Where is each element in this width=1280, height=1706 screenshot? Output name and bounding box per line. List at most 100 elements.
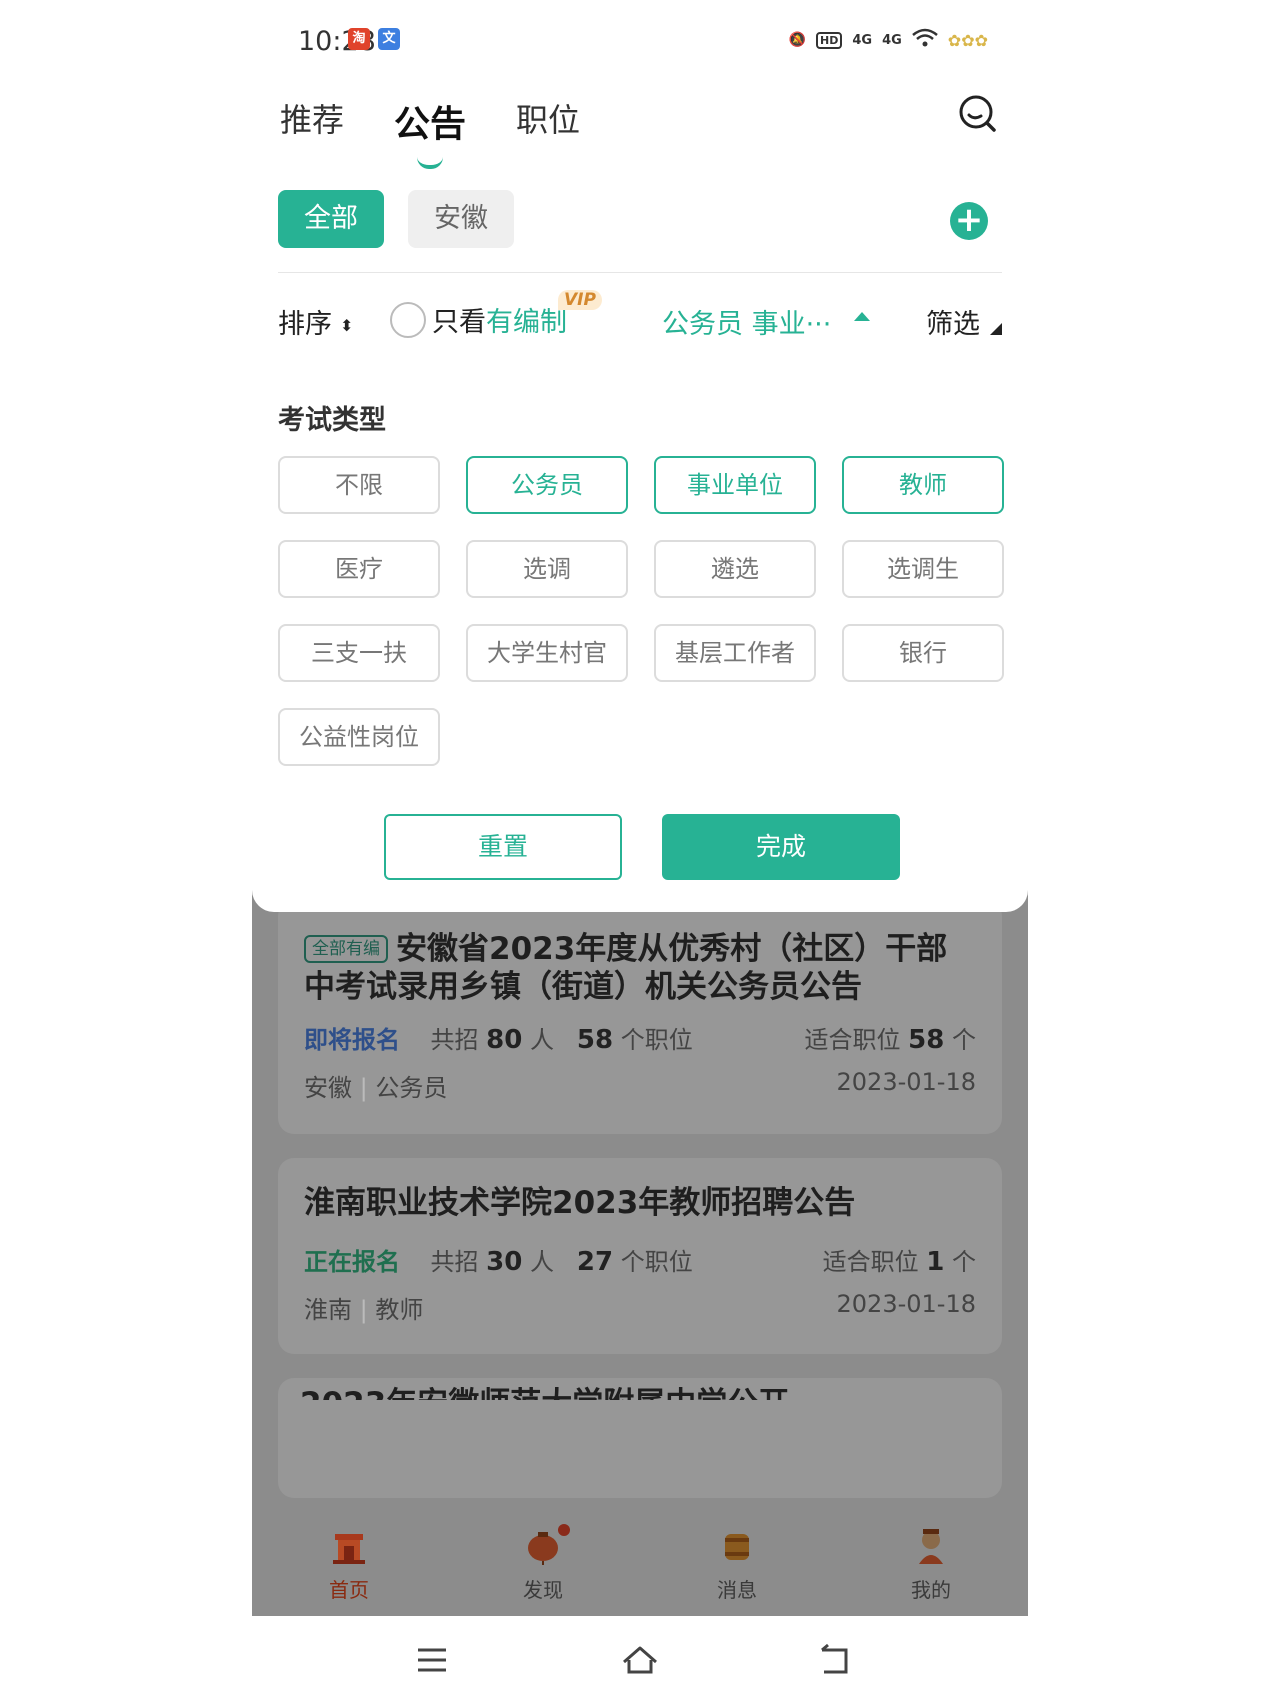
announcement-list-overlay[interactable]: 全部有编 安徽省2023年度从优秀村（社区）干部中考试录用乡镇（街道）机关公务员公… — [252, 820, 1028, 1616]
vip-badge: VIP — [558, 290, 602, 310]
recruit-count: 80 — [486, 1025, 523, 1055]
signal-2-icon: 4G — [882, 32, 902, 48]
card-meta-row: 淮南 | 教师 2023-01-18 — [304, 1290, 976, 1325]
active-tab-indicator — [417, 157, 444, 169]
exam-type-option[interactable]: 公务员 — [466, 456, 628, 514]
bianzhi-tag: 全部有编 — [304, 935, 388, 963]
search-icon[interactable] — [958, 94, 998, 134]
card-title: 全部有编 安徽省2023年度从优秀村（社区）干部中考试录用乡镇（街道）机关公务员公… — [304, 930, 976, 1006]
exam-type-option[interactable]: 选调 — [466, 540, 628, 598]
home-icon[interactable] — [618, 1640, 662, 1680]
nav-discover-label: 发现 — [523, 1578, 563, 1602]
fit-prefix: 适合职位 — [822, 1248, 919, 1276]
exam-type-option[interactable]: 事业单位 — [654, 456, 816, 514]
card-stats-row: 即将报名 共招 80 人 58 个职位 适合职位 58 个 — [304, 1020, 976, 1055]
add-region-icon[interactable]: + — [950, 202, 988, 240]
card-date: 2023-01-18 — [836, 1290, 976, 1318]
bianzhi-prefix: 只看 — [432, 307, 486, 338]
nav-home-label: 首页 — [329, 1578, 369, 1602]
card-status: 即将报名 — [304, 1026, 400, 1054]
caret-up-icon[interactable] — [854, 312, 870, 321]
fit-unit: 个 — [952, 1026, 976, 1054]
system-nav-bar — [252, 1630, 1028, 1690]
recruit-unit: 人 — [529, 1026, 554, 1054]
exam-type-option[interactable]: 银行 — [842, 624, 1004, 682]
bianzhi-label: 只看有编制 — [432, 300, 567, 339]
exam-type-option[interactable]: 公益性岗位 — [278, 708, 440, 766]
card-category: 公务员 — [375, 1074, 448, 1102]
filter-sheet-bottom: 重置 完成 — [252, 780, 1028, 912]
card-title: 淮南职业技术学院2023年教师招聘公告 — [304, 1185, 856, 1221]
position-count: 58 — [576, 1025, 614, 1055]
position-unit: 个职位 — [620, 1026, 693, 1054]
meta-separator: | — [359, 1296, 368, 1324]
nav-discover[interactable]: 发现 — [446, 1506, 640, 1616]
reset-button[interactable]: 重置 — [384, 814, 622, 880]
exam-type-option[interactable]: 遴选 — [654, 540, 816, 598]
signal-1-icon: 4G — [852, 32, 873, 48]
sort-button[interactable]: 排序 ⬍ — [278, 302, 353, 341]
phone-screen: 10:28 淘 文 🔕 HD 4G 4G ✿✿✿ 推荐 公告 职位 全部 安徽 … — [252, 0, 1028, 1706]
divider — [278, 272, 1002, 273]
region-chip-anhui[interactable]: 安徽 — [408, 190, 514, 248]
tab-positions[interactable]: 职位 — [516, 95, 580, 147]
fit-positions: 适合职位 1 个 — [823, 1242, 976, 1277]
fit-prefix: 适合职位 — [804, 1026, 901, 1054]
nav-messages[interactable]: 消息 — [640, 1506, 834, 1616]
back-icon[interactable] — [812, 1640, 856, 1680]
exam-type-option[interactable]: 医疗 — [278, 540, 440, 598]
filter-button[interactable]: 筛选 — [926, 302, 1002, 341]
recruit-unit: 人 — [529, 1248, 554, 1276]
status-indicators: 🔕 HD 4G 4G ✿✿✿ — [789, 28, 988, 52]
position-count: 27 — [576, 1247, 614, 1277]
home-gate-icon — [333, 1534, 365, 1564]
tab-announcement-label: 公告 — [394, 104, 467, 145]
card-location: 安徽 — [304, 1074, 352, 1102]
exam-type-dropdown[interactable]: 公务员 事业··· — [662, 302, 831, 341]
nav-messages-label: 消息 — [717, 1578, 757, 1602]
exam-type-option[interactable]: 基层工作者 — [654, 624, 816, 682]
menu-icon[interactable] — [410, 1640, 454, 1680]
card-title-text: 安徽省2023年度从优秀村（社区）干部中考试录用乡镇（街道）机关公务员公告 — [304, 931, 948, 1005]
tab-announcement[interactable]: 公告 — [394, 95, 467, 169]
exam-type-option[interactable]: 三支一扶 — [278, 624, 440, 682]
exam-type-option[interactable]: 不限 — [278, 456, 440, 514]
drum-icon — [725, 1534, 749, 1560]
status-bar: 10:28 淘 文 🔕 HD 4G 4G ✿✿✿ — [252, 18, 1028, 68]
mute-bell-icon: 🔕 — [788, 32, 806, 48]
bottom-nav: 首页 发现 消息 我的 — [252, 1506, 1028, 1616]
region-chip-all[interactable]: 全部 — [278, 190, 384, 248]
fit-unit: 个 — [952, 1248, 976, 1276]
recruit-count: 30 — [486, 1247, 523, 1277]
card-stats-row: 正在报名 共招 30 人 27 个职位 适合职位 1 个 — [304, 1242, 976, 1277]
battery-flower-icon: ✿✿✿ — [947, 30, 988, 50]
fit-positions: 适合职位 58 个 — [805, 1020, 976, 1055]
filter-triangle-icon — [990, 323, 1002, 335]
bianzhi-radio[interactable] — [390, 301, 426, 338]
meta-separator: | — [359, 1074, 368, 1102]
taobao-app-icon: 淘 — [348, 28, 370, 50]
exam-type-option[interactable]: 教师 — [842, 456, 1004, 514]
nav-profile-label: 我的 — [911, 1578, 951, 1602]
lantern-icon — [528, 1532, 558, 1565]
exam-type-option[interactable]: 大学生村官 — [466, 624, 628, 682]
card-status: 正在报名 — [304, 1248, 400, 1276]
wifi-icon — [911, 28, 938, 52]
app-notification-icon: 文 — [378, 28, 400, 50]
sort-arrows-icon: ⬍ — [340, 316, 354, 335]
nav-profile[interactable]: 我的 — [834, 1506, 1028, 1616]
announcement-card[interactable]: 全部有编 安徽省2023年度从优秀村（社区）干部中考试录用乡镇（街道）机关公务员公… — [278, 900, 1002, 1134]
recruit-prefix: 共招 — [430, 1026, 479, 1054]
tab-recommend[interactable]: 推荐 — [280, 95, 344, 147]
card-meta-row: 安徽 | 公务员 2023-01-18 — [304, 1068, 976, 1103]
filter-bar: 排序 ⬍ 只看有编制 VIP 公务员 事业··· 筛选 — [278, 290, 1002, 346]
nav-home[interactable]: 首页 — [252, 1506, 446, 1616]
bianzhi-toggle[interactable]: 只看有编制 VIP — [390, 290, 602, 339]
exam-type-option[interactable]: 选调生 — [842, 540, 1004, 598]
announcement-card[interactable]: 淮南职业技术学院2023年教师招聘公告 正在报名 共招 30 人 27 个职位 … — [278, 1158, 1002, 1354]
done-button[interactable]: 完成 — [662, 814, 900, 880]
position-unit: 个职位 — [620, 1248, 693, 1276]
exam-type-title: 考试类型 — [278, 405, 386, 436]
exam-type-options: 不限 公务员 事业单位 教师 医疗 选调 遴选 选调生 三支一扶 大学生村官 基… — [278, 456, 1004, 766]
top-tabs: 推荐 公告 职位 — [280, 95, 580, 169]
